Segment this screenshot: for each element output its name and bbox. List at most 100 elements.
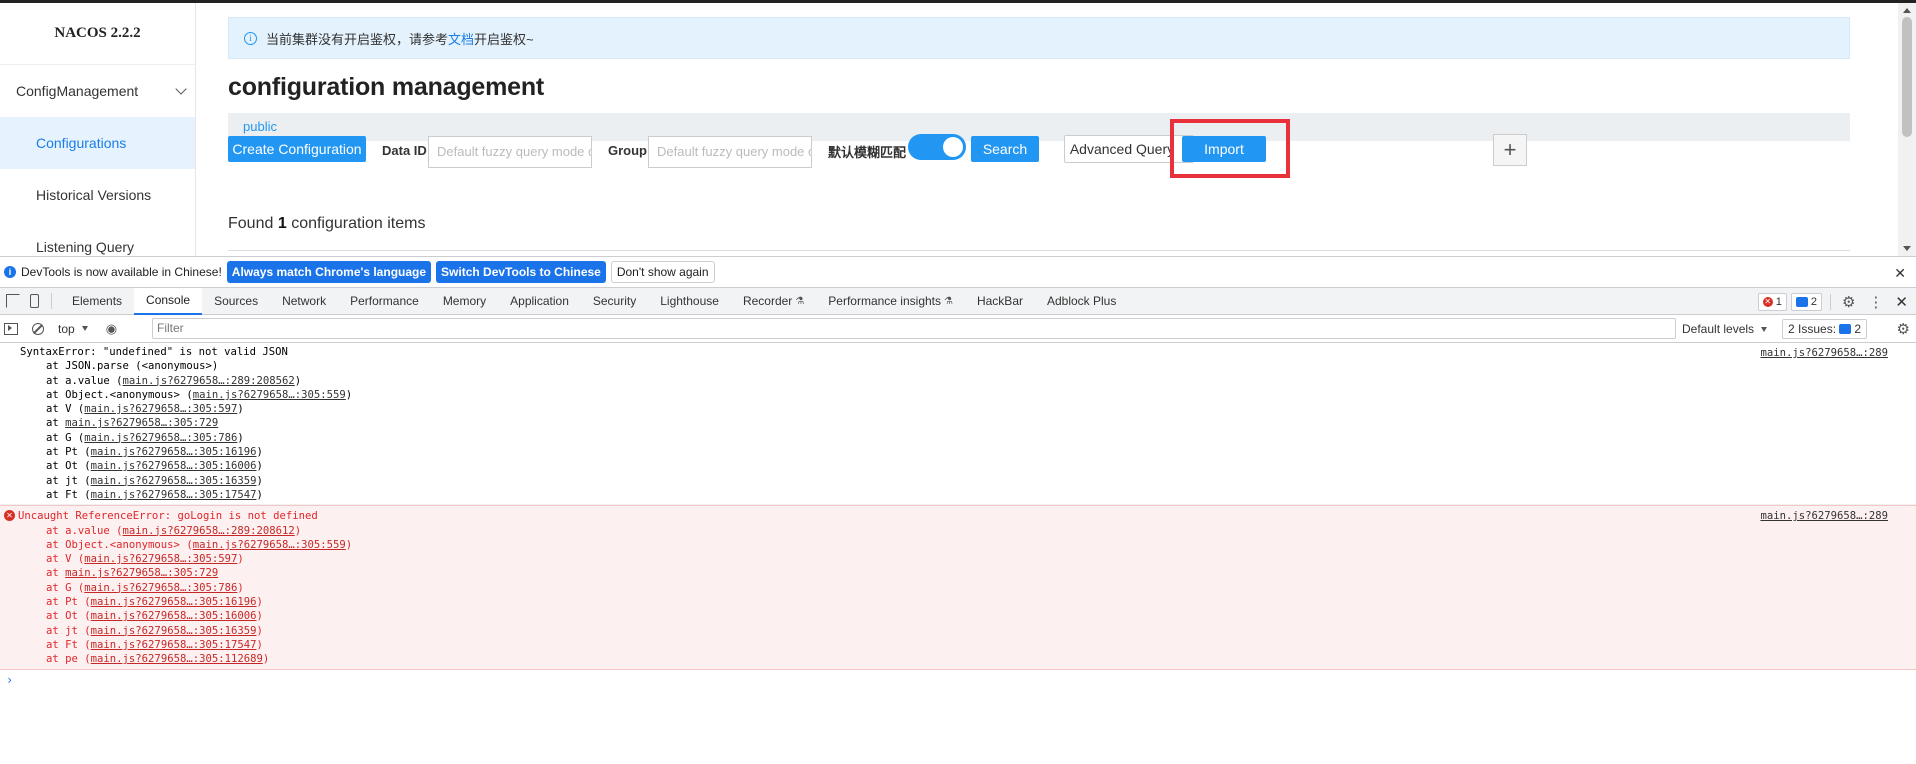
tab-performance[interactable]: Performance	[338, 288, 431, 315]
console-message-syntax-error: main.js?6279658…:289 SyntaxError: "undef…	[0, 343, 1916, 506]
frame-link[interactable]: main.js?6279658…:305:597	[84, 553, 237, 565]
scroll-up-icon[interactable]	[1903, 8, 1911, 13]
frame-prefix: at jt (	[46, 624, 91, 637]
dataid-input[interactable]: Default fuzzy query mode ope	[428, 136, 592, 168]
tab-adblock-plus[interactable]: Adblock Plus	[1035, 288, 1128, 315]
frame-prefix: at Pt (	[46, 446, 91, 459]
frame-link[interactable]: main.js?6279658…:305:16359	[91, 625, 257, 637]
frame-link[interactable]: main.js?6279658…:305:597	[84, 403, 237, 415]
found-count: 1	[277, 215, 287, 232]
dont-show-again-button[interactable]: Don't show again	[610, 261, 715, 283]
console-filter-input[interactable]: Filter	[152, 318, 1676, 339]
message-head[interactable]: Uncaught ReferenceError: goLogin is not …	[10, 509, 1916, 523]
stack-frame: at Pt (main.js?6279658…:305:16196)	[20, 595, 1916, 609]
context-selector[interactable]: top	[58, 322, 88, 336]
frame-suffix: )	[237, 553, 244, 566]
message-source-link[interactable]: main.js?6279658…:289	[1760, 347, 1888, 359]
tab-sources[interactable]: Sources	[202, 288, 270, 315]
frame-prefix: at V (	[46, 403, 85, 416]
frame-link[interactable]: main.js?6279658…:305:16006	[91, 610, 257, 622]
stack-frame: at JSON.parse (<anonymous>)	[46, 360, 219, 373]
stack-frame: at Ot (main.js?6279658…:305:16006)	[20, 609, 1916, 623]
tab-hackbar[interactable]: HackBar	[965, 288, 1035, 315]
main-content: i 当前集群没有开启鉴权，请参考 文档 开启鉴权~ configuration ma…	[228, 3, 1850, 256]
frame-suffix: )	[256, 624, 263, 637]
scroll-thumb[interactable]	[1902, 17, 1912, 137]
search-button[interactable]: Search	[971, 136, 1039, 162]
console-settings-gear-icon[interactable]: ⚙	[1897, 320, 1910, 338]
live-expression-eye-icon[interactable]: ◉	[106, 321, 117, 337]
tab-application[interactable]: Application	[498, 288, 581, 315]
switch-to-chinese-button[interactable]: Switch DevTools to Chinese	[436, 261, 606, 283]
message-source-link[interactable]: main.js?6279658…:289	[1760, 510, 1888, 522]
devtools-tab-bar: Elements Console Sources Network Perform…	[0, 287, 1916, 315]
always-match-language-button[interactable]: Always match Chrome's language	[226, 261, 432, 283]
frame-link[interactable]: main.js?6279658…:305:786	[84, 432, 237, 444]
message-head: SyntaxError: "undefined" is not valid JS…	[20, 346, 288, 358]
found-count-text: Found 1 configuration items	[228, 215, 425, 233]
frame-link[interactable]: main.js?6279658…:305:16359	[91, 475, 257, 487]
frame-suffix: )	[294, 524, 302, 537]
tab-performance-insights[interactable]: Performance insights ⚗	[816, 288, 965, 315]
frame-link[interactable]: main.js?6279658…:305:17547	[91, 489, 257, 501]
tab-network[interactable]: Network	[270, 288, 338, 315]
sidebar-item-configurations[interactable]: Configurations	[0, 117, 195, 169]
tab-security[interactable]: Security	[581, 288, 648, 315]
scroll-down-icon[interactable]	[1903, 246, 1911, 251]
frame-suffix: )	[256, 474, 263, 487]
fuzzy-match-toggle[interactable]	[908, 134, 966, 160]
message-count: 2	[1810, 295, 1817, 308]
tab-performance-insights-label: Performance insights	[828, 294, 941, 308]
frame-link[interactable]: main.js?6279658…:305:559	[193, 539, 346, 551]
tab-elements[interactable]: Elements	[60, 288, 134, 315]
frame-suffix: )	[294, 374, 302, 387]
log-levels-dropdown[interactable]: Default levels	[1682, 315, 1768, 343]
issues-button[interactable]: 2 Issues: 2	[1782, 319, 1868, 339]
close-devtools-icon[interactable]: ✕	[1895, 293, 1908, 311]
message-count-badge[interactable]: 2	[1790, 292, 1822, 311]
create-configuration-button[interactable]: Create Configuration	[228, 136, 366, 162]
sidebar-item-listening-query[interactable]: Listening Query	[0, 221, 195, 256]
notice-doc-link[interactable]: 文档	[448, 29, 474, 48]
frame-prefix: at	[46, 567, 66, 580]
device-toolbar-icon[interactable]	[30, 294, 39, 308]
frame-suffix: )	[345, 538, 353, 551]
settings-gear-icon[interactable]: ⚙	[1842, 293, 1855, 311]
error-count-badge[interactable]: ✕ 1	[1757, 292, 1787, 311]
namespace-public[interactable]: public	[243, 119, 277, 134]
more-options-icon[interactable]: ⋮	[1868, 293, 1883, 311]
message-icon	[1795, 296, 1808, 307]
frame-link[interactable]: main.js?6279658…:289:208612	[123, 525, 295, 537]
frame-prefix: at a.value (	[46, 524, 123, 537]
frame-link[interactable]: main.js?6279658…:305:16006	[91, 460, 257, 472]
frame-link[interactable]: main.js?6279658…:289:208562	[123, 375, 295, 387]
frame-link[interactable]: main.js?6279658…:305:729	[65, 567, 218, 579]
issues-count: 2	[1854, 322, 1862, 336]
stack-frame: at V (main.js?6279658…:305:597)	[20, 402, 1916, 416]
frame-link[interactable]: main.js?6279658…:305:786	[84, 582, 237, 594]
notice-text-before: 当前集群没有开启鉴权，请参考	[266, 31, 449, 47]
inspect-element-icon[interactable]	[6, 294, 20, 308]
tab-recorder[interactable]: Recorder ⚗	[731, 288, 816, 315]
console-sidebar-icon[interactable]	[4, 322, 18, 335]
frame-link[interactable]: main.js?6279658…:305:112689	[91, 653, 263, 665]
frame-prefix: at G (	[46, 431, 85, 444]
sidebar-item-historical-versions[interactable]: Historical Versions	[0, 169, 195, 221]
tab-console[interactable]: Console	[134, 287, 203, 315]
group-input[interactable]: Default fuzzy query mode ope	[648, 136, 812, 168]
frame-link[interactable]: main.js?6279658…:305:17547	[91, 639, 257, 651]
clear-console-icon[interactable]	[32, 322, 44, 335]
plus-icon[interactable]: +	[1493, 134, 1527, 166]
tab-lighthouse[interactable]: Lighthouse	[648, 288, 731, 315]
frame-link[interactable]: main.js?6279658…:305:16196	[91, 446, 257, 458]
import-button[interactable]: Import	[1182, 136, 1266, 162]
stack-frame: at G (main.js?6279658…:305:786)	[20, 431, 1916, 445]
close-icon[interactable]: ✕	[1894, 265, 1906, 282]
console-prompt[interactable]: ›	[0, 670, 1916, 690]
page-scrollbar[interactable]	[1898, 3, 1916, 256]
frame-link[interactable]: main.js?6279658…:305:729	[65, 417, 218, 429]
frame-link[interactable]: main.js?6279658…:305:559	[193, 389, 346, 401]
frame-link[interactable]: main.js?6279658…:305:16196	[91, 596, 257, 608]
menu-group-configmanagement[interactable]: ConfigManagement	[0, 65, 195, 117]
tab-memory[interactable]: Memory	[431, 288, 498, 315]
